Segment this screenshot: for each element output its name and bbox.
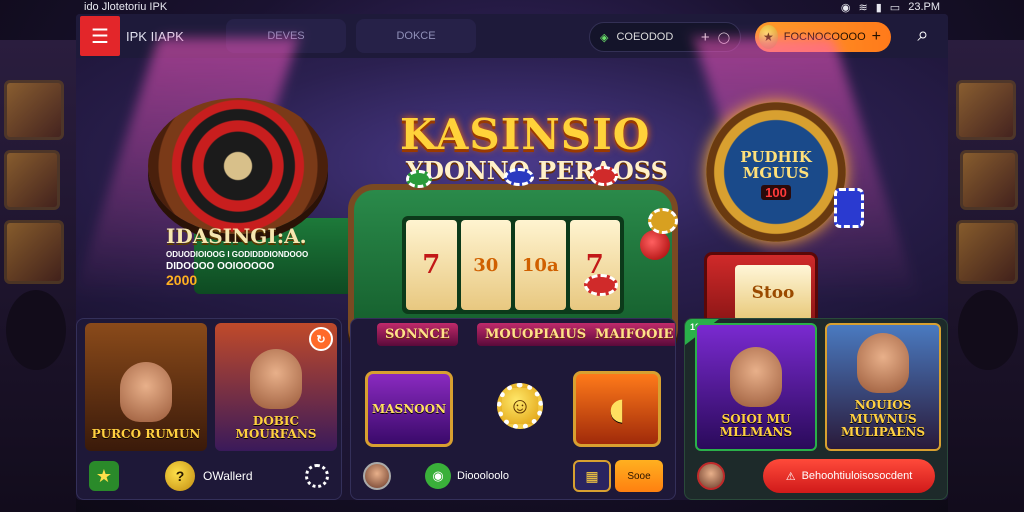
slot-reel: 30 — [460, 220, 511, 310]
prize-wheel-number: 100 — [761, 185, 791, 201]
player-portrait-image — [250, 348, 302, 409]
arcade-machine-image — [956, 80, 1016, 140]
game-thumb[interactable]: DOBIC MOURFANS ↻ — [215, 323, 337, 451]
location-icon: ◉ — [840, 1, 851, 14]
cookie-game-icon: ◖ — [609, 391, 625, 427]
crowd-silhouette — [958, 290, 1018, 370]
arcade-machine-image — [4, 150, 60, 210]
game-thumb-label: SOIOI MU MLLMANS — [719, 411, 793, 439]
wifi-icon: ≋ — [858, 1, 868, 14]
game-tile[interactable]: MASNOON — [365, 371, 453, 447]
casino-chip-icon — [406, 170, 432, 188]
battery-icon: ▭ — [889, 1, 901, 14]
player-portrait-image — [857, 333, 909, 394]
status-left-text: ido Jlotetoriu IPK — [84, 1, 168, 13]
player-portrait-image — [730, 346, 782, 407]
crowd-silhouette — [6, 290, 66, 370]
slot-lever-icon[interactable] — [640, 230, 670, 260]
menu-icon: ☰ — [91, 25, 109, 48]
panel2-action-button[interactable]: Sooe — [615, 460, 663, 492]
hero-promo-line1: ODUODIOIOOG I GODIDDDIONDOOO — [166, 250, 309, 259]
slot-games-panel: SONNCE MOUOPIAIUS MAIFOOIE MASNOON ☺ ◖ ◉… — [350, 318, 676, 500]
arrow-badge-icon[interactable]: ↻ — [309, 327, 333, 351]
screen: ido Jlotetoriu IPK ◉ ≋ ▮ ▭ 23.PM ☰ IPK I… — [0, 0, 1024, 512]
game-tag[interactable]: SONNCE — [377, 323, 458, 346]
hero-promo-block: IDASINGI:A. ODUODIOIOOG I GODIDDDIONDOOO… — [166, 224, 336, 288]
game-tag[interactable]: MOUOPIAIUS — [477, 323, 595, 346]
game-thumb[interactable]: NOUIOS MUWNUS MULIPAENS — [825, 323, 941, 451]
panel-footer: ◉ Dioooloolo ▦ Sooe — [351, 453, 675, 499]
star-icon[interactable]: ★ — [89, 461, 119, 491]
grid-menu-button[interactable]: ▦ — [573, 460, 611, 492]
game-thumb[interactable]: PURCO RUMUN — [85, 323, 207, 451]
casino-chip-icon — [504, 168, 534, 186]
game-tile[interactable]: ◖ — [573, 371, 661, 447]
nav-tab-2[interactable]: DOKCE — [356, 19, 476, 53]
game-thumb-label: DOBIC MOURFANS — [235, 413, 317, 441]
cta-label: Behoohtiuloisosocdent — [801, 470, 913, 482]
panel2-footer-text: Dioooloolo — [457, 470, 509, 482]
arcade-machine-image — [4, 80, 64, 140]
user-avatar[interactable] — [363, 462, 391, 490]
promo-pill-arrow: + — [871, 28, 881, 45]
panel-footer: ★ ? OWallerd — [77, 453, 341, 499]
game-thumb-label: NOUIOS MUWNUS MULIPAENS — [840, 398, 926, 439]
hero-promo-title: IDASINGI:A. — [166, 224, 307, 248]
slot-reel: 10a — [515, 220, 566, 310]
coin-token-icon: ? — [165, 461, 195, 491]
chat-icon: ◉ — [425, 463, 451, 489]
promotions-panel: 10 SOIOI MU MLLMANS NOUIOS MUWNUS MULIPA… — [684, 318, 948, 500]
hero-promo-value: 2000 — [166, 272, 198, 288]
hero-banner[interactable]: IDASINGI:A. ODUODIOIOOG I GODIDDDIONDOOO… — [76, 38, 948, 354]
balance-label: COEODOD — [616, 31, 674, 43]
featured-players-panel: PURCO RUMUN DOBIC MOURFANS ↻ ★ ? OWaller… — [76, 318, 342, 500]
arcade-machine-image — [960, 150, 1018, 210]
hero-title: KASINSIO — [400, 110, 651, 159]
casino-chip-icon — [584, 274, 618, 296]
casino-app-window: ☰ IPK IIAPK DEVES DOKCE ◈ COEODOD + ◯ ★ … — [76, 14, 948, 500]
hero-promo-line2: DIDOOOO OOIOOOOO — [166, 261, 275, 272]
slot-reel: 7 — [406, 220, 457, 310]
cta-button[interactable]: ⚠ Behoohtiuloisosocdent — [763, 459, 935, 493]
background-right-arcade — [948, 40, 1024, 512]
smiley-chip-icon: ☺ — [497, 383, 543, 429]
game-tag[interactable]: MAIFOOIE — [587, 323, 675, 346]
dice-icon — [834, 188, 864, 228]
game-thumb[interactable]: SOIOI MU MLLMANS — [695, 323, 817, 451]
game-thumb-label: PURCO RUMUN — [91, 426, 201, 441]
casino-chip-icon — [590, 166, 618, 186]
status-bar: ido Jlotetoriu IPK ◉ ≋ ▮ ▭ 23.PM — [76, 0, 948, 14]
prize-wheel[interactable]: PUDHIK MGUUS 100 — [706, 102, 846, 242]
arcade-machine-image — [4, 220, 64, 284]
settings-gear-icon[interactable] — [305, 464, 329, 488]
mini-machine-screen: Stoo — [735, 265, 811, 321]
game-cards-row: PURCO RUMUN DOBIC MOURFANS ↻ ★ ? OWaller… — [76, 316, 948, 500]
player-portrait-image — [120, 361, 172, 422]
panel1-footer-text: OWallerd — [203, 469, 253, 483]
status-time: 23.PM — [908, 1, 940, 13]
background-left-arcade — [0, 40, 76, 512]
hero-subtitle: YDONNO PERAOSS — [406, 156, 668, 185]
slot-reel: 7 — [569, 220, 620, 310]
hamburger-menu-button[interactable]: ☰ — [80, 16, 120, 56]
alert-icon: ⚠ — [785, 470, 796, 483]
wallet-icon: ◈ — [600, 31, 609, 44]
casino-chip-icon — [648, 208, 678, 234]
mascot-avatar — [697, 462, 725, 490]
roulette-wheel-image — [148, 98, 328, 234]
panel-footer: ⚠ Behoohtiuloisosocdent — [685, 453, 947, 499]
arcade-machine-image — [956, 220, 1018, 284]
prize-wheel-text: PUDHIK MGUUS — [740, 147, 812, 182]
search-icon[interactable]: ⌕ — [910, 24, 936, 50]
signal-icon: ▮ — [875, 1, 882, 14]
slot-reels: 7 30 10a 7 — [402, 216, 624, 314]
